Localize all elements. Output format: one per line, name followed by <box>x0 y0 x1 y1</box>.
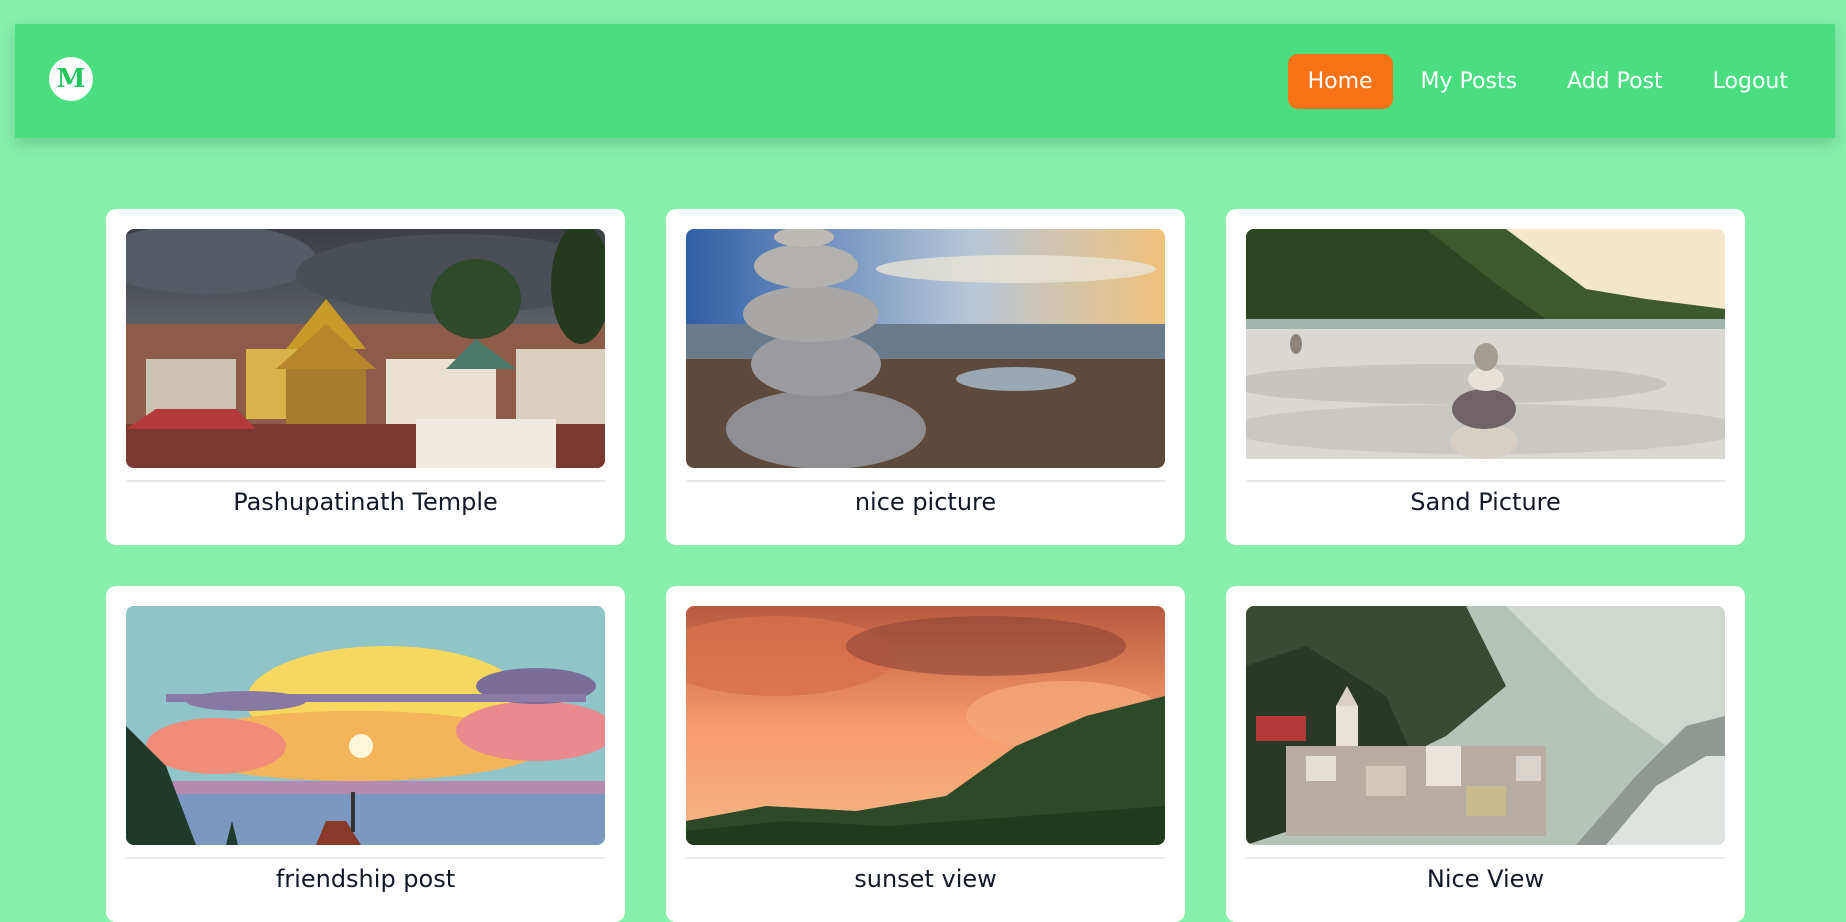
post-image-temple[interactable] <box>126 229 605 468</box>
card-divider <box>126 480 605 482</box>
nav-link-logout[interactable]: Logout <box>1691 54 1810 109</box>
navbar: M Home My Posts Add Post Logout <box>15 24 1835 138</box>
post-card[interactable]: nice picture <box>666 209 1185 545</box>
nav-links: Home My Posts Add Post Logout <box>1282 54 1810 109</box>
post-title[interactable]: sunset view <box>686 865 1165 893</box>
posts-grid: Pashupatinath Temple nice picture Sand P… <box>106 209 1745 922</box>
post-image-sand[interactable] <box>1246 229 1725 468</box>
post-card[interactable]: Pashupatinath Temple <box>106 209 625 545</box>
post-title[interactable]: Pashupatinath Temple <box>126 488 605 516</box>
card-divider <box>1246 480 1725 482</box>
post-card[interactable]: Sand Picture <box>1226 209 1745 545</box>
nav-link-home[interactable]: Home <box>1287 54 1393 109</box>
post-image-valley-town[interactable] <box>1246 606 1725 845</box>
card-divider <box>686 857 1165 859</box>
post-title[interactable]: nice picture <box>686 488 1165 516</box>
card-divider <box>686 480 1165 482</box>
post-title[interactable]: Sand Picture <box>1246 488 1725 516</box>
post-image-orange-sky[interactable] <box>686 606 1165 845</box>
card-divider <box>1246 857 1725 859</box>
logo-icon[interactable]: M <box>49 57 93 101</box>
post-card[interactable]: friendship post <box>106 586 625 922</box>
card-divider <box>126 857 605 859</box>
post-image-stones[interactable] <box>686 229 1165 468</box>
post-title[interactable]: Nice View <box>1246 865 1725 893</box>
nav-link-add-post[interactable]: Add Post <box>1545 54 1685 109</box>
post-title[interactable]: friendship post <box>126 865 605 893</box>
post-card[interactable]: sunset view <box>666 586 1185 922</box>
post-image-sunset-illustration[interactable] <box>126 606 605 845</box>
nav-link-my-posts[interactable]: My Posts <box>1399 54 1540 109</box>
post-card[interactable]: Nice View <box>1226 586 1745 922</box>
